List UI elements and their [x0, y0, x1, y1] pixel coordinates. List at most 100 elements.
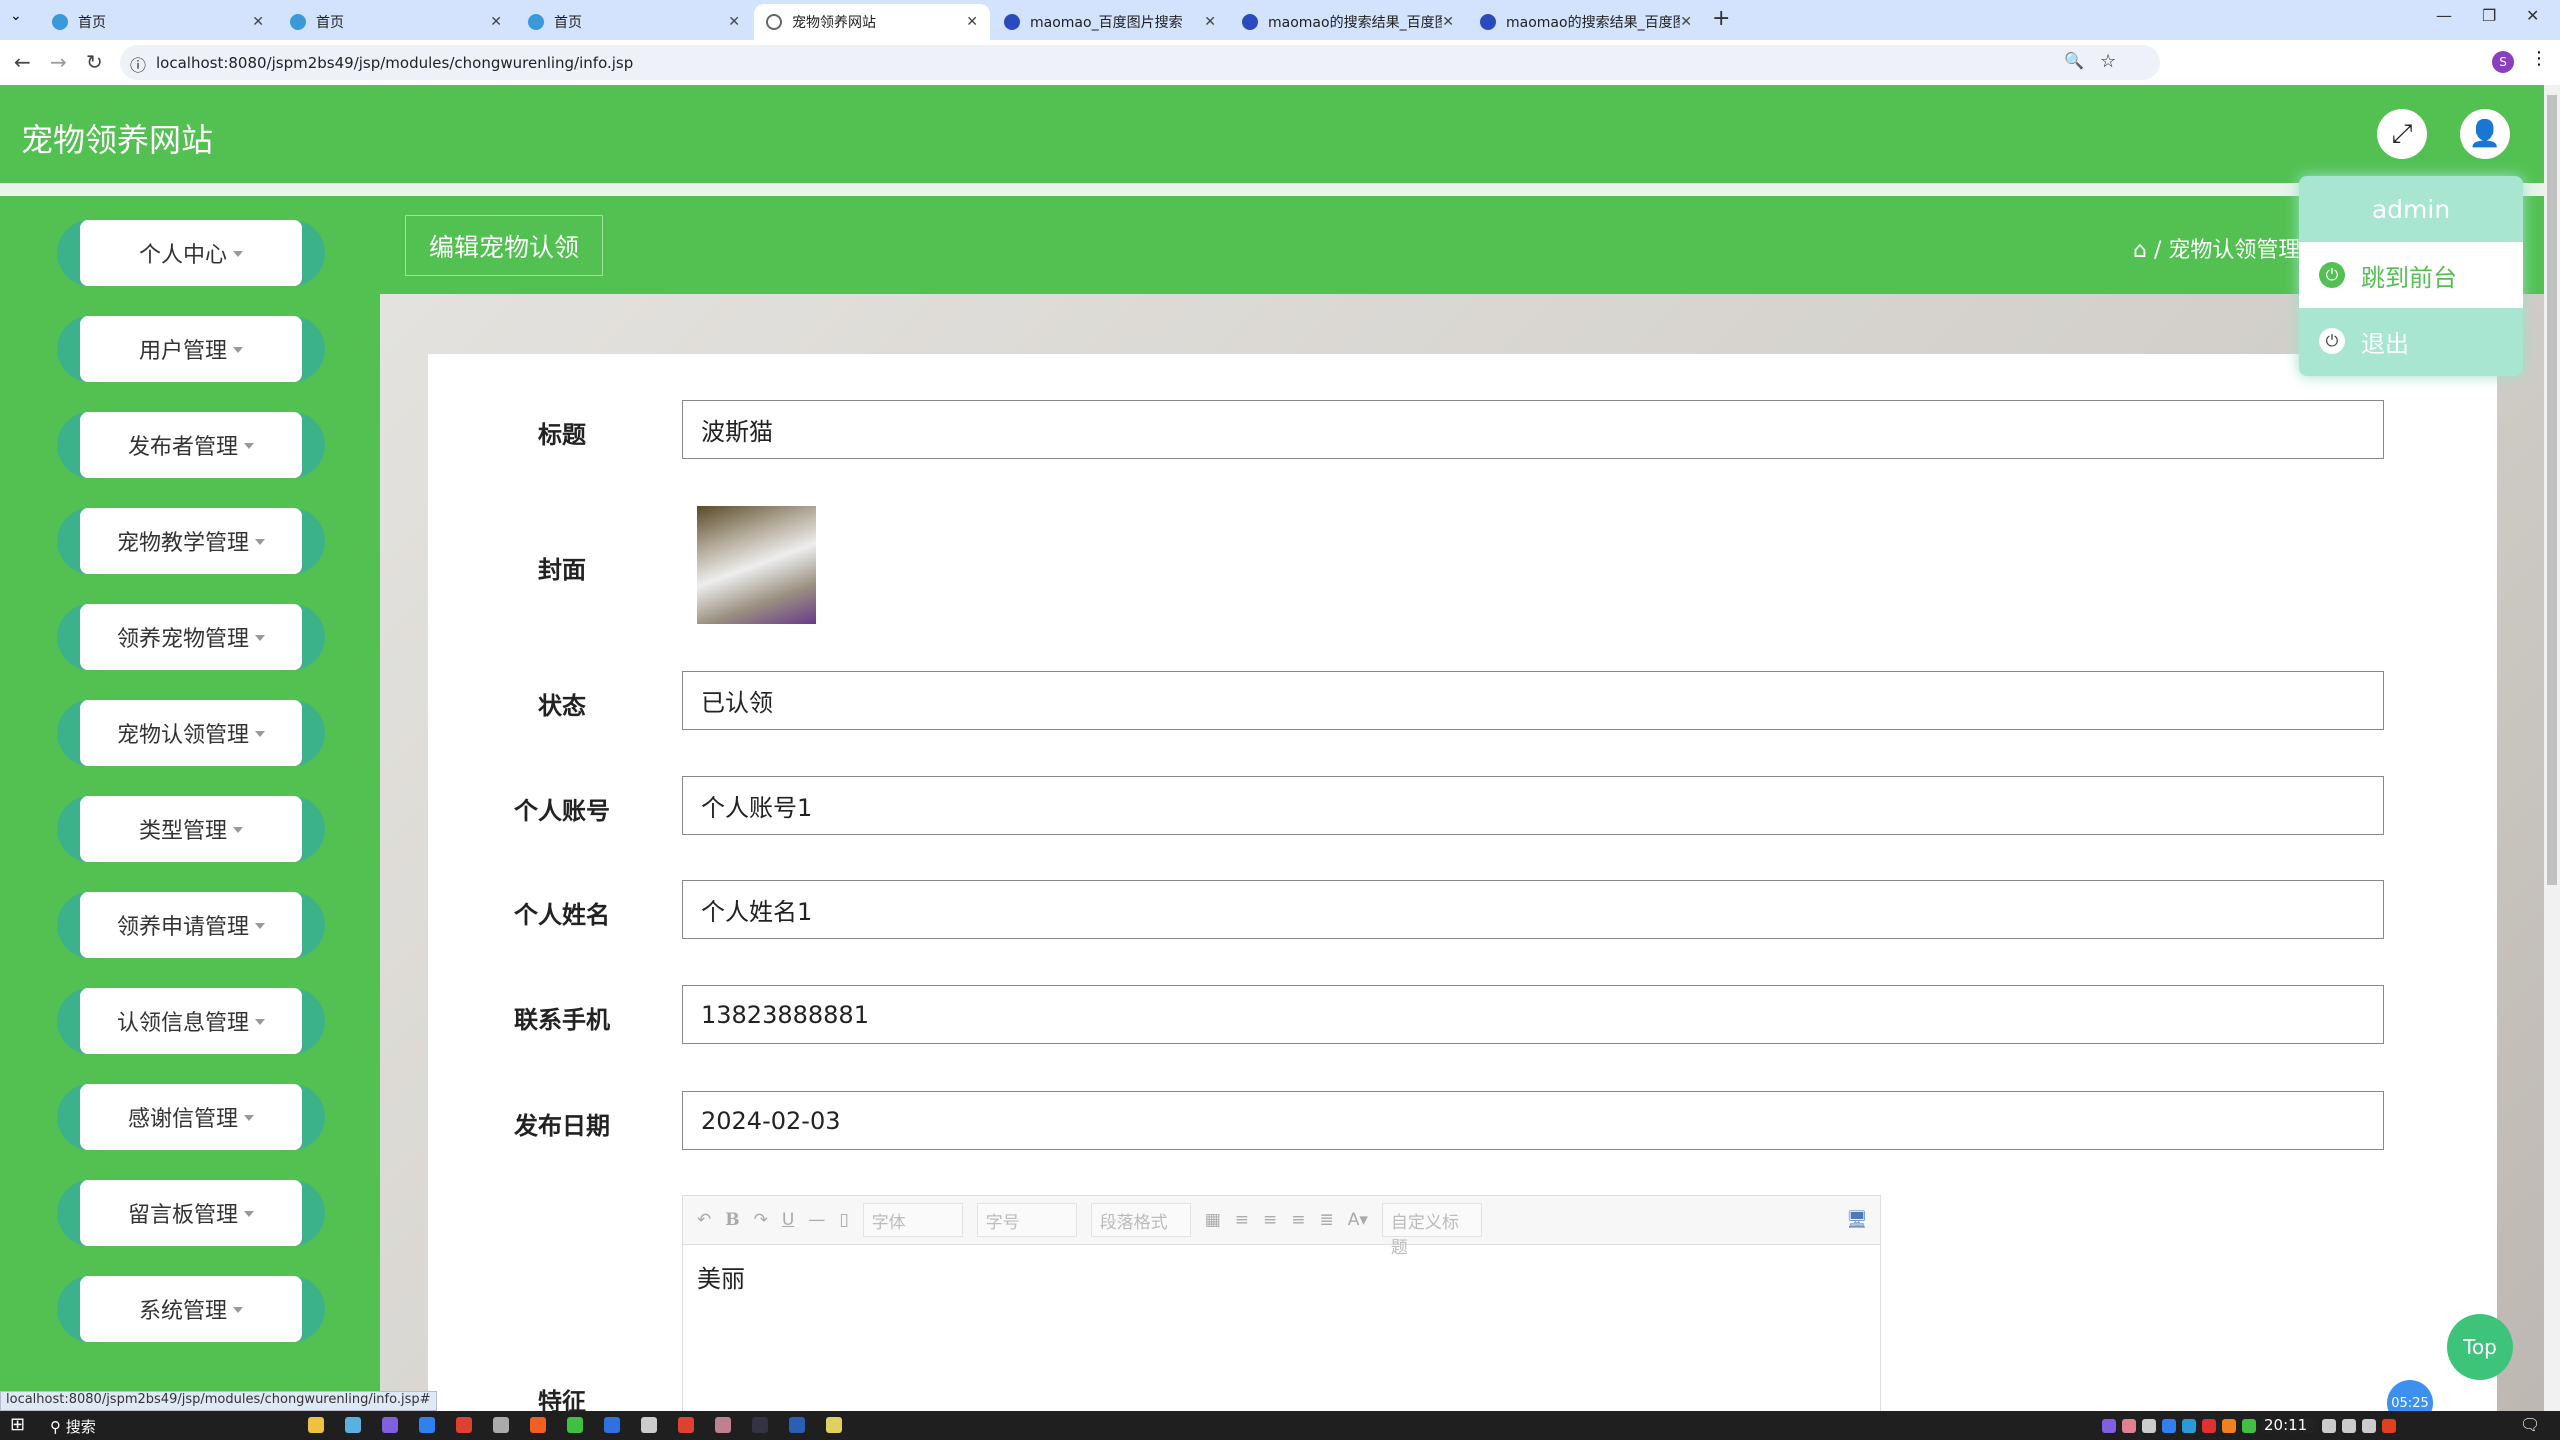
bookmark-star-icon[interactable]: ☆	[2100, 51, 2116, 72]
bold-icon[interactable]: B	[725, 1210, 739, 1230]
font-size-select[interactable]: 字号	[976, 1203, 1077, 1237]
url-input[interactable]: ⓘ localhost:8080/jspm2bs49/jsp/modules/c…	[120, 45, 2160, 80]
sidebar-item[interactable]: 留言板管理	[57, 1180, 325, 1246]
sidebar-button[interactable]: 领养申请管理	[80, 892, 302, 958]
tab-close-icon[interactable]: ✕	[252, 14, 264, 30]
cover-image[interactable]	[697, 506, 816, 624]
back-to-top-button[interactable]: Top	[2447, 1314, 2513, 1380]
align-left-icon[interactable]: ≡	[1235, 1210, 1249, 1230]
reload-icon[interactable]: ↻	[86, 50, 103, 74]
align-right-icon[interactable]: ≡	[1263, 1210, 1277, 1230]
sidebar-item[interactable]: 领养宠物管理	[57, 604, 325, 670]
taskbar-app-icon[interactable]	[493, 1417, 509, 1433]
sidebar-item[interactable]: 类型管理	[57, 796, 325, 862]
preview-icon[interactable]: 🖥	[1846, 1210, 1868, 1230]
breadcrumb-item[interactable]: / 宠物认领管理	[2154, 238, 2300, 263]
paragraph-select[interactable]: 段落格式	[1090, 1203, 1191, 1237]
redo-icon[interactable]: ↷	[754, 1210, 768, 1230]
font-color-icon[interactable]: A▾	[1348, 1210, 1368, 1230]
sidebar-button[interactable]: 系统管理	[80, 1276, 302, 1342]
browser-tab[interactable]: 首页 ✕	[278, 4, 514, 40]
taskbar-app-icon[interactable]	[789, 1417, 805, 1433]
editor-content[interactable]: 美丽	[683, 1245, 1880, 1308]
sidebar-item[interactable]: 感谢信管理	[57, 1084, 325, 1150]
taskbar-app-icon[interactable]	[345, 1417, 361, 1433]
profile-avatar[interactable]: S	[2492, 51, 2514, 73]
system-tray-icon[interactable]	[2122, 1419, 2136, 1433]
sidebar-button[interactable]: 个人中心	[80, 220, 302, 286]
taskbar-app-icon[interactable]	[567, 1417, 583, 1433]
system-tray-icon[interactable]	[2202, 1419, 2216, 1433]
tab-close-icon[interactable]: ✕	[1204, 14, 1216, 30]
browser-tab[interactable]: 宠物领养网站 ✕	[754, 4, 990, 40]
tab-close-icon[interactable]: ✕	[1442, 14, 1454, 30]
user-button[interactable]: 👤	[2460, 109, 2510, 159]
taskbar-app-icon[interactable]	[715, 1417, 731, 1433]
date-input[interactable]	[682, 1091, 2384, 1150]
status-input[interactable]	[682, 671, 2384, 730]
phone-input[interactable]	[682, 985, 2384, 1044]
sidebar-button[interactable]: 类型管理	[80, 796, 302, 862]
browser-tab[interactable]: maomao的搜索结果_百度图片✕	[1230, 4, 1466, 40]
taskbar-app-icon[interactable]	[456, 1417, 472, 1433]
minimize-icon[interactable]: —	[2436, 6, 2452, 25]
zoom-icon[interactable]: 🔍	[2064, 51, 2084, 70]
align-center-icon[interactable]: ≡	[1291, 1210, 1305, 1230]
forward-icon[interactable]: →	[50, 50, 67, 74]
sidebar-item[interactable]: 用户管理	[57, 316, 325, 382]
custom-title-select[interactable]: 自定义标题	[1381, 1203, 1482, 1258]
system-tray-icon[interactable]	[2142, 1419, 2156, 1433]
restore-icon[interactable]: ❐	[2482, 6, 2496, 25]
taskbar-app-icon[interactable]	[382, 1417, 398, 1433]
sidebar-item[interactable]: 认领信息管理	[57, 988, 325, 1054]
undo-icon[interactable]: ↶	[697, 1210, 711, 1230]
tab-close-icon[interactable]: ✕	[966, 14, 978, 30]
windows-start-icon[interactable]: ⊞	[10, 1414, 25, 1435]
account-input[interactable]	[682, 776, 2384, 835]
system-tray-icon[interactable]	[2242, 1419, 2256, 1433]
system-tray-icon[interactable]	[2382, 1419, 2396, 1433]
page-scrollbar[interactable]	[2544, 85, 2560, 1411]
taskbar-search[interactable]: ⚲ 搜索	[50, 1416, 96, 1437]
font-select[interactable]: 字体	[862, 1203, 963, 1237]
system-tray-icon[interactable]	[2162, 1419, 2176, 1433]
taskbar-app-icon[interactable]	[604, 1417, 620, 1433]
sidebar-item[interactable]: 发布者管理	[57, 412, 325, 478]
browser-tab[interactable]: maomao_百度图片搜索 ✕	[992, 4, 1228, 40]
sidebar-button[interactable]: 宠物教学管理	[80, 508, 302, 574]
browser-menu-icon[interactable]: ⋮	[2530, 48, 2548, 69]
system-tray-icon[interactable]	[2102, 1419, 2116, 1433]
logout-item[interactable]: ⏻ 退出	[2299, 308, 2523, 374]
title-input[interactable]	[682, 400, 2384, 459]
tab-close-icon[interactable]: ✕	[1680, 14, 1692, 30]
sidebar-item[interactable]: 领养申请管理	[57, 892, 325, 958]
close-window-icon[interactable]: ✕	[2526, 6, 2539, 25]
taskbar-app-icon[interactable]	[641, 1417, 657, 1433]
fullscreen-button[interactable]: ⤢	[2377, 109, 2427, 159]
sidebar-item[interactable]: 系统管理	[57, 1276, 325, 1342]
sidebar-button[interactable]: 发布者管理	[80, 412, 302, 478]
system-tray-icon[interactable]	[2322, 1419, 2336, 1433]
browser-tab[interactable]: 首页 ✕	[516, 4, 752, 40]
sidebar-button[interactable]: 留言板管理	[80, 1180, 302, 1246]
taskbar-app-icon[interactable]	[752, 1417, 768, 1433]
tab-search-chevron-icon[interactable]: ⌄	[10, 8, 22, 24]
sidebar-button[interactable]: 认领信息管理	[80, 988, 302, 1054]
goto-frontend-item[interactable]: ⏻ 跳到前台	[2299, 242, 2523, 308]
system-tray-icon[interactable]	[2342, 1419, 2356, 1433]
underline-icon[interactable]: U	[782, 1210, 794, 1230]
sidebar-button[interactable]: 领养宠物管理	[80, 604, 302, 670]
horizontal-rule-icon[interactable]: —	[808, 1210, 825, 1230]
sidebar-item[interactable]: 宠物教学管理	[57, 508, 325, 574]
system-tray-icon[interactable]	[2222, 1419, 2236, 1433]
new-tab-button[interactable]: +	[1712, 6, 1730, 31]
sidebar-button[interactable]: 宠物认领管理	[80, 700, 302, 766]
taskbar-app-icon[interactable]	[419, 1417, 435, 1433]
system-tray-icon[interactable]	[2182, 1419, 2196, 1433]
browser-tab[interactable]: 首页 ✕	[40, 4, 276, 40]
sidebar-button[interactable]: 用户管理	[80, 316, 302, 382]
home-icon[interactable]: ⌂	[2133, 238, 2147, 263]
table-icon[interactable]: ▦	[1205, 1210, 1221, 1230]
site-info-icon[interactable]: ⓘ	[130, 52, 146, 76]
tab-close-icon[interactable]: ✕	[490, 14, 502, 30]
